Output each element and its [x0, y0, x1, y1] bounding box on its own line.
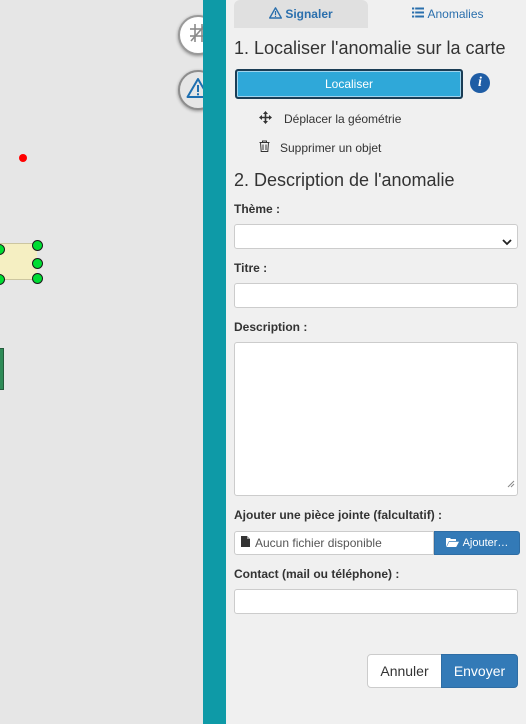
move-geometry-tool[interactable]: Déplacer la géométrie	[259, 111, 401, 127]
map-canvas[interactable]	[0, 0, 203, 724]
polygon-vertex[interactable]	[32, 240, 43, 251]
add-attachment-button[interactable]: Ajouter…	[434, 531, 520, 555]
theme-select[interactable]	[234, 224, 518, 249]
delete-object-label: Supprimer un objet	[280, 140, 382, 155]
panel-separator	[203, 0, 226, 724]
titre-label: Titre :	[234, 261, 268, 275]
measure-tool-icon	[187, 22, 203, 49]
polygon-vertex[interactable]	[32, 273, 43, 284]
list-icon	[412, 7, 427, 21]
attachment-status: Aucun fichier disponible	[255, 536, 382, 550]
titre-input[interactable]	[234, 283, 518, 308]
tab-signaler[interactable]: Signaler	[234, 0, 368, 28]
map-feature-line[interactable]	[0, 348, 4, 390]
warning-icon	[186, 77, 203, 104]
attachment-label: Ajouter une pièce jointe (falcultatif) :	[234, 508, 443, 522]
chevron-down-icon	[502, 233, 512, 251]
warning-icon	[269, 6, 285, 22]
tab-anomalies-label: Anomalies	[427, 7, 484, 21]
move-geometry-label: Déplacer la géométrie	[284, 112, 402, 126]
polygon-vertex[interactable]	[32, 258, 43, 269]
section-localiser-title: 1. Localiser l'anomalie sur la carte	[234, 38, 506, 58]
folder-open-icon	[445, 537, 463, 550]
attachment-file-display: Aucun fichier disponible	[234, 531, 434, 555]
tab-anomalies[interactable]: Anomalies	[376, 0, 520, 28]
resize-grip-icon[interactable]	[507, 475, 515, 493]
theme-label: Thème :	[234, 202, 281, 216]
side-panel: Signaler Anomalies 1. Localiser l'anomal…	[226, 0, 526, 724]
tab-signaler-label: Signaler	[285, 7, 333, 21]
map-point-marker[interactable]	[19, 154, 27, 162]
measure-tool-button[interactable]	[178, 15, 203, 55]
delete-object-tool[interactable]: Supprimer un objet	[259, 140, 381, 155]
description-label: Description :	[234, 320, 308, 334]
contact-label: Contact (mail ou téléphone) :	[234, 567, 400, 581]
description-textarea[interactable]	[234, 342, 518, 496]
move-icon	[259, 111, 282, 127]
report-anomaly-button[interactable]	[178, 70, 203, 110]
section-description-title: 2. Description de l'anomalie	[234, 170, 455, 190]
contact-input[interactable]	[234, 589, 518, 614]
file-icon	[241, 536, 255, 550]
info-icon[interactable]: i	[470, 73, 490, 93]
trash-icon	[259, 140, 280, 155]
add-attachment-label: Ajouter…	[462, 537, 509, 549]
cancel-button[interactable]: Annuler	[367, 654, 442, 688]
submit-button[interactable]: Envoyer	[441, 654, 518, 688]
localiser-button[interactable]: Localiser	[235, 69, 463, 99]
